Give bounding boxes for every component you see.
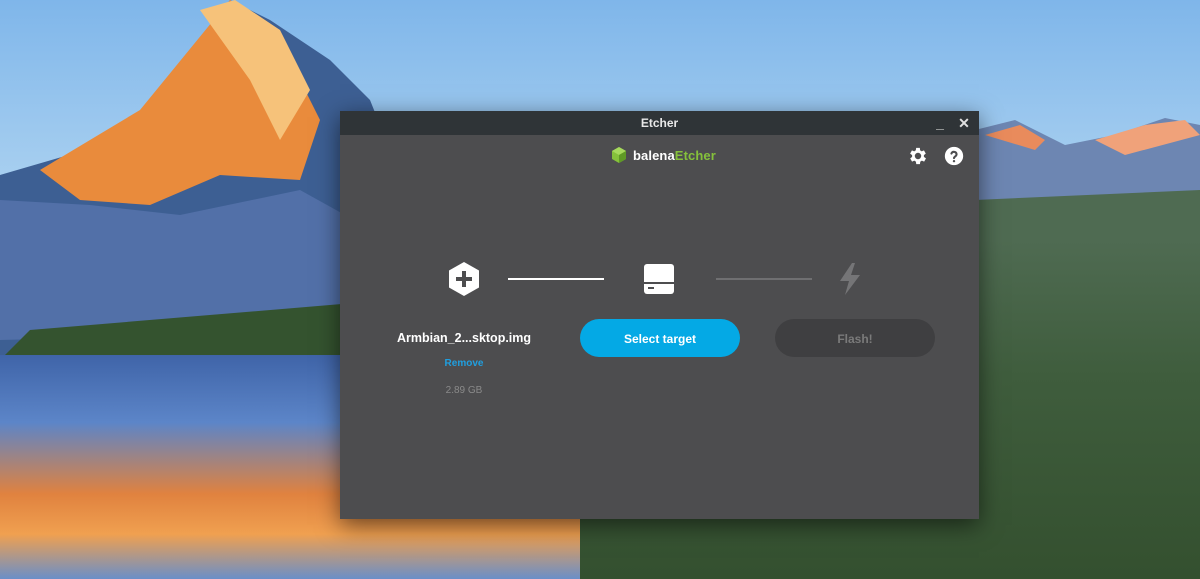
brand-prefix: balena [633, 147, 675, 163]
balena-etcher-logo: balenaEtcher [610, 145, 716, 165]
lightning-icon [840, 263, 860, 295]
select-target-button[interactable]: Select target [580, 319, 740, 357]
cube-logo-icon [612, 147, 626, 163]
minimize-button[interactable]: _ [931, 111, 949, 135]
step-connector-2 [716, 278, 812, 280]
etcher-window: Etcher _ ✕ balenaEtcher Armbian_2...skto… [340, 111, 979, 519]
brand-suffix: Etcher [674, 147, 716, 163]
help-icon[interactable] [943, 145, 965, 167]
remove-image-link[interactable]: Remove [430, 358, 498, 369]
image-filename: Armbian_2...sktop.img [396, 331, 532, 345]
plus-hexagon-icon[interactable] [444, 259, 484, 299]
step-connector-1 [508, 278, 604, 280]
mountain-peak [0, 0, 390, 360]
flash-button[interactable]: Flash! [775, 319, 935, 357]
mountain-ridge [975, 118, 1200, 250]
window-titlebar[interactable]: Etcher _ ✕ [340, 111, 979, 135]
window-title: Etcher [640, 116, 679, 130]
gear-icon[interactable] [907, 145, 929, 167]
app-header: balenaEtcher [340, 135, 979, 179]
image-size: 2.89 GB [445, 385, 483, 396]
close-button[interactable]: ✕ [955, 111, 973, 135]
drive-icon [644, 264, 674, 294]
brand-name: balenaEtcher [633, 148, 716, 163]
